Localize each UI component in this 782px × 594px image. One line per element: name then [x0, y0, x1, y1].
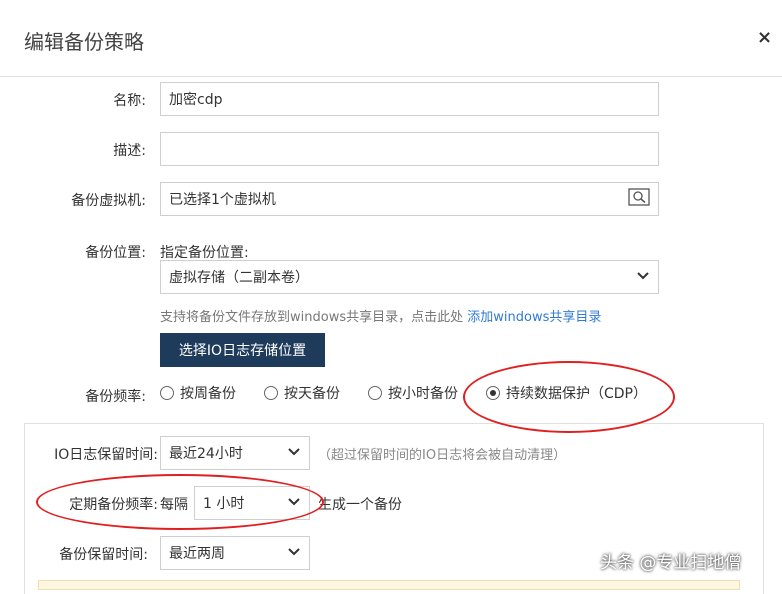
location-select-value: 虚拟存储（二副本卷） [169, 270, 309, 286]
io-retention-label: IO日志保留时间: [54, 447, 158, 463]
watermark: 头条 @专业扫地僧 [600, 553, 742, 573]
description-label: 描述: [113, 143, 146, 159]
chevron-down-icon [287, 445, 301, 461]
vm-selector-value: 已选择1个虚拟机 [169, 192, 276, 208]
add-windows-share-link[interactable]: 添加windows共享目录 [467, 310, 601, 325]
radio-weekly[interactable]: 按周备份 [160, 383, 236, 403]
backup-retention-select[interactable]: 最近两周 [160, 536, 310, 570]
name-label: 名称: [113, 93, 146, 109]
periodic-interval-value: 1 小时 [203, 496, 245, 512]
radio-hourly[interactable]: 按小时备份 [368, 383, 458, 403]
radio-daily[interactable]: 按天备份 [264, 383, 340, 403]
bottom-notice-strip [38, 580, 740, 590]
dialog-header: 编辑备份策略 × [0, 0, 782, 77]
close-icon[interactable]: × [757, 27, 772, 48]
radio-cdp-label: 持续数据保护（CDP） [506, 386, 647, 402]
periodic-suffix: 生成一个备份 [318, 497, 402, 513]
dialog-title: 编辑备份策略 [24, 30, 144, 54]
location-hint-text: 支持将备份文件存放到windows共享目录，点击此处 [160, 310, 464, 325]
io-retention-hint: （超过保留时间的IO日志将会被自动清理） [318, 448, 567, 463]
backup-retention-value: 最近两周 [169, 546, 225, 562]
backup-retention-label: 备份保留时间: [59, 547, 148, 563]
location-hint: 支持将备份文件存放到windows共享目录，点击此处 添加windows共享目录 [160, 306, 601, 325]
radio-cdp[interactable]: 持续数据保护（CDP） [486, 383, 647, 403]
chevron-down-icon [287, 545, 301, 561]
chevron-down-icon [287, 495, 301, 511]
name-input[interactable]: 加密cdp [160, 82, 659, 116]
edit-backup-policy-dialog: 编辑备份策略 × 名称: 加密cdp 描述: 备份虚拟机: 已选择1个虚拟机 备… [0, 0, 782, 594]
select-io-log-location-button[interactable]: 选择IO日志存储位置 [160, 333, 325, 367]
radio-circle-icon [368, 386, 382, 400]
chevron-down-icon [636, 269, 650, 285]
vm-selector-input[interactable]: 已选择1个虚拟机 [160, 182, 659, 216]
location-sublabel: 指定备份位置: [160, 245, 249, 261]
io-retention-select[interactable]: 最近24小时 [160, 436, 310, 470]
io-retention-value: 最近24小时 [169, 446, 243, 462]
radio-daily-label: 按天备份 [284, 386, 340, 402]
radio-circle-icon [264, 386, 278, 400]
name-input-value: 加密cdp [169, 92, 223, 108]
radio-circle-icon [160, 386, 174, 400]
search-icon[interactable] [628, 187, 650, 211]
radio-selected-icon [486, 386, 500, 400]
radio-weekly-label: 按周备份 [180, 386, 236, 402]
radio-hourly-label: 按小时备份 [388, 386, 458, 402]
description-input[interactable] [160, 132, 659, 166]
periodic-interval-select[interactable]: 1 小时 [194, 486, 310, 520]
location-select[interactable]: 虚拟存储（二副本卷） [160, 260, 659, 294]
frequency-label: 备份频率: [85, 389, 146, 405]
periodic-frequency-label: 定期备份频率: [69, 497, 158, 513]
location-label: 备份位置: [85, 245, 146, 261]
periodic-prefix: 每隔 [160, 497, 188, 513]
vm-label: 备份虚拟机: [71, 193, 146, 209]
